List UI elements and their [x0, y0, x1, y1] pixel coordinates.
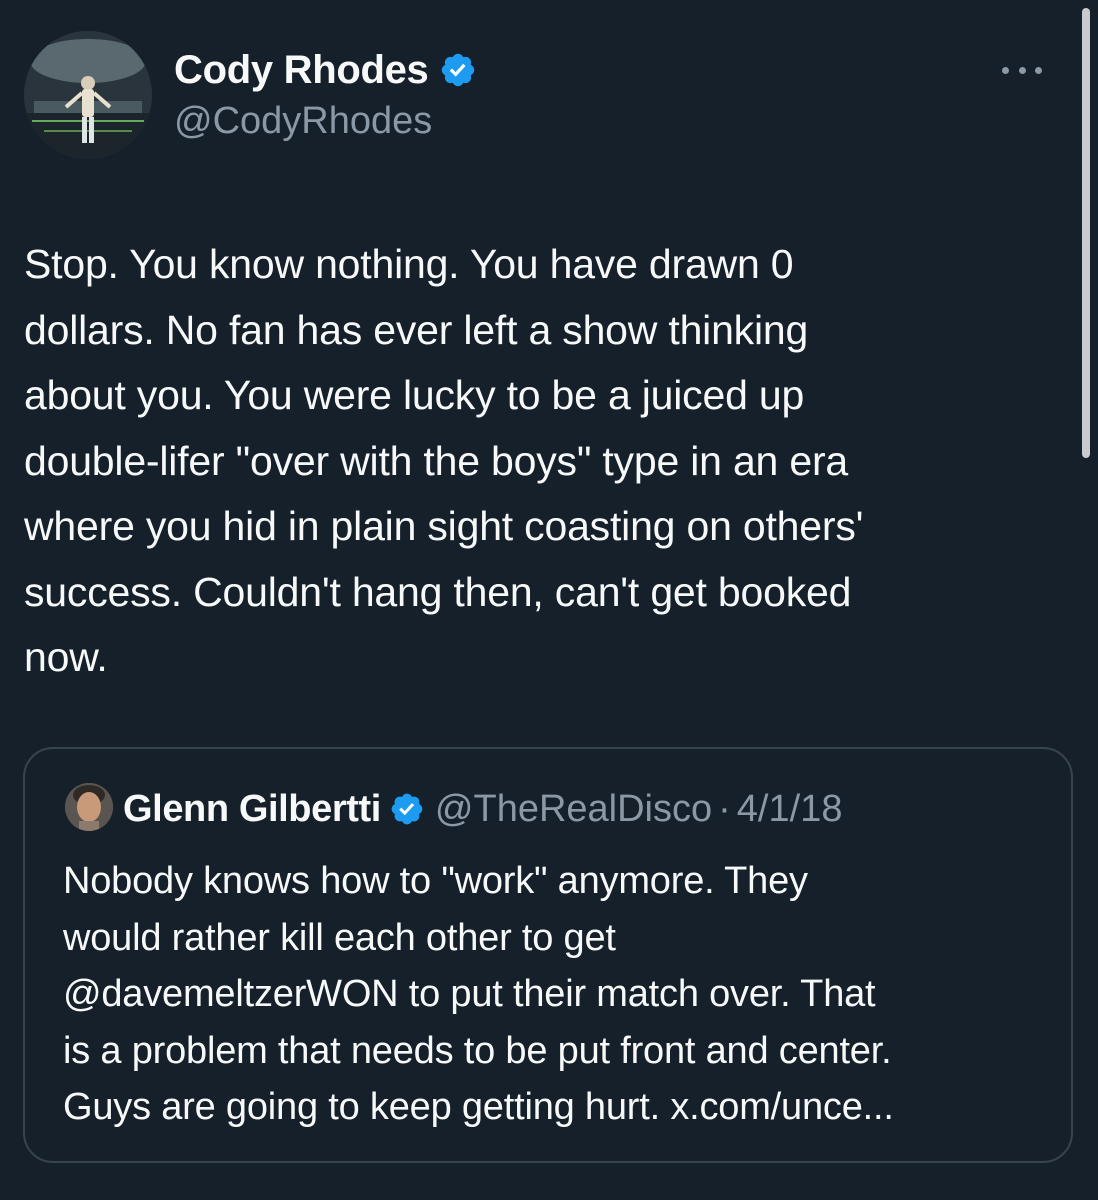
more-dot	[1035, 66, 1042, 74]
dot-separator: ·	[718, 787, 731, 830]
quoted-text-line: @davemeltzerWON to put their match over.…	[63, 973, 876, 1015]
verified-badge-icon[interactable]	[389, 791, 425, 827]
tweet-detail-view: Cody Rhodes @CodyRhodes Stop. You know n…	[0, 0, 1098, 1200]
quoted-tweet-date[interactable]: 4/1/18	[737, 788, 843, 831]
more-options-icon[interactable]	[1002, 60, 1042, 80]
quoted-author-avatar[interactable]	[65, 783, 113, 831]
quoted-tweet-card[interactable]: Glenn Gilbertti @TheRealDisco · 4/1/18 N…	[23, 747, 1073, 1163]
tweet-text-line: Stop. You know nothing. You have drawn 0	[24, 241, 794, 287]
quoted-author-display-name[interactable]: Glenn Gilbertti	[123, 788, 381, 831]
author-name-row[interactable]: Cody Rhodes	[174, 44, 477, 96]
scrollbar[interactable]	[1082, 8, 1090, 458]
avatar-image	[24, 31, 152, 159]
quoted-author-row[interactable]: Glenn Gilbertti @TheRealDisco · 4/1/18	[123, 785, 842, 833]
tweet-text: Stop. You know nothing. You have drawn 0…	[24, 232, 1044, 691]
quoted-tweet-text: Nobody knows how to "work" anymore. They…	[63, 853, 1053, 1136]
author-handle[interactable]: @CodyRhodes	[174, 100, 432, 143]
tweet-text-line: where you hid in plain sight coasting on…	[24, 503, 864, 549]
quoted-author-handle[interactable]: @TheRealDisco	[435, 788, 712, 831]
tweet-text-line: dollars. No fan has ever left a show thi…	[24, 306, 809, 353]
tweet-text-line: now.	[24, 634, 108, 680]
quoted-text-line: would rather kill each other to get	[63, 916, 616, 959]
author-avatar[interactable]	[24, 31, 152, 159]
quoted-text-line: is a problem that needs to be put front …	[63, 1029, 892, 1072]
tweet-text-line: about you. You were lucky to be a juiced…	[24, 372, 805, 418]
tweet-text-line: success. Couldn't hang then, can't get b…	[24, 568, 852, 615]
more-dot	[1002, 66, 1009, 74]
quoted-text-line: Nobody knows how to "work" anymore. They	[63, 860, 808, 902]
author-display-name[interactable]: Cody Rhodes	[174, 48, 429, 93]
quoted-avatar-image	[65, 783, 113, 831]
more-dot	[1018, 66, 1026, 74]
quoted-text-line: Guys are going to keep getting hurt. x.c…	[63, 1086, 894, 1128]
verified-badge-icon[interactable]	[439, 51, 477, 89]
tweet-text-line: double-lifer "over with the boys" type i…	[24, 437, 849, 484]
